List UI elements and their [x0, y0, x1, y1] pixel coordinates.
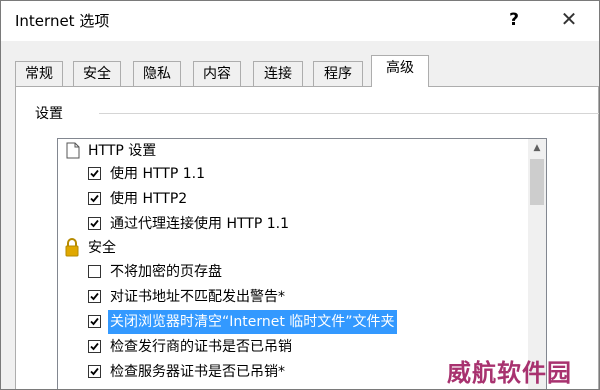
settings-group-label: 设置: [35, 106, 63, 122]
close-button[interactable]: ✕: [549, 3, 589, 37]
tab-advanced[interactable]: 高级: [371, 55, 429, 87]
window-title: Internet 选项: [15, 12, 110, 30]
setting-use-http11[interactable]: 使用 HTTP 1.1: [58, 162, 526, 186]
checkbox-checked[interactable]: [88, 365, 101, 378]
checkbox-unchecked[interactable]: [88, 265, 101, 278]
scroll-up-arrow-icon[interactable]: ▲: [528, 139, 546, 157]
scroll-thumb[interactable]: [530, 159, 544, 205]
checkbox-checked[interactable]: [88, 290, 101, 303]
setting-label: 对证书地址不匹配发出警告*: [110, 289, 285, 305]
setting-label: 关闭浏览器时清空“Internet 临时文件”文件夹: [108, 310, 397, 334]
checkbox-checked[interactable]: [88, 167, 101, 180]
setting-label: 使用 HTTP 1.1: [110, 166, 205, 182]
setting-label: 不将加密的页存盘: [110, 264, 222, 280]
setting-label: 使用 HTTP2: [110, 191, 188, 207]
help-button[interactable]: ?: [497, 3, 531, 37]
title-bar[interactable]: Internet 选项 ? ✕: [1, 1, 599, 41]
setting-proxy-http11[interactable]: 通过代理连接使用 HTTP 1.1: [58, 212, 526, 236]
checkbox-checked[interactable]: [88, 315, 101, 328]
setting-clear-temp-files[interactable]: 关闭浏览器时清空“Internet 临时文件”文件夹: [58, 310, 526, 334]
setting-cert-mismatch-warning[interactable]: 对证书地址不匹配发出警告*: [58, 285, 526, 309]
tab-programs[interactable]: 程序: [313, 61, 363, 86]
category-http-settings: HTTP 设置: [58, 139, 526, 163]
tab-privacy[interactable]: 隐私: [133, 61, 181, 86]
group-divider: [99, 113, 599, 114]
checkbox-checked[interactable]: [88, 340, 101, 353]
checkbox-checked[interactable]: [88, 217, 101, 230]
category-label: HTTP 设置: [88, 143, 157, 159]
checkbox-checked[interactable]: [88, 192, 101, 205]
setting-use-http2[interactable]: 使用 HTTP2: [58, 187, 526, 211]
tab-general[interactable]: 常规: [15, 61, 63, 86]
setting-label: 通过代理连接使用 HTTP 1.1: [110, 216, 289, 232]
internet-options-dialog: Internet 选项 ? ✕ 常规 安全 隐私 内容 连接 程序 高级 设置 …: [0, 0, 600, 390]
watermark-logo: 威航软件园: [447, 358, 572, 387]
setting-label: 检查服务器证书是否已吊销*: [110, 364, 285, 380]
setting-label: 检查发行商的证书是否已吊销: [110, 339, 292, 355]
tab-content[interactable]: 内容: [193, 61, 241, 86]
tab-security[interactable]: 安全: [73, 61, 121, 86]
category-security: 安全: [58, 236, 526, 260]
tab-connections[interactable]: 连接: [253, 61, 303, 86]
category-label: 安全: [88, 240, 116, 256]
setting-no-save-encrypted[interactable]: 不将加密的页存盘: [58, 260, 526, 284]
